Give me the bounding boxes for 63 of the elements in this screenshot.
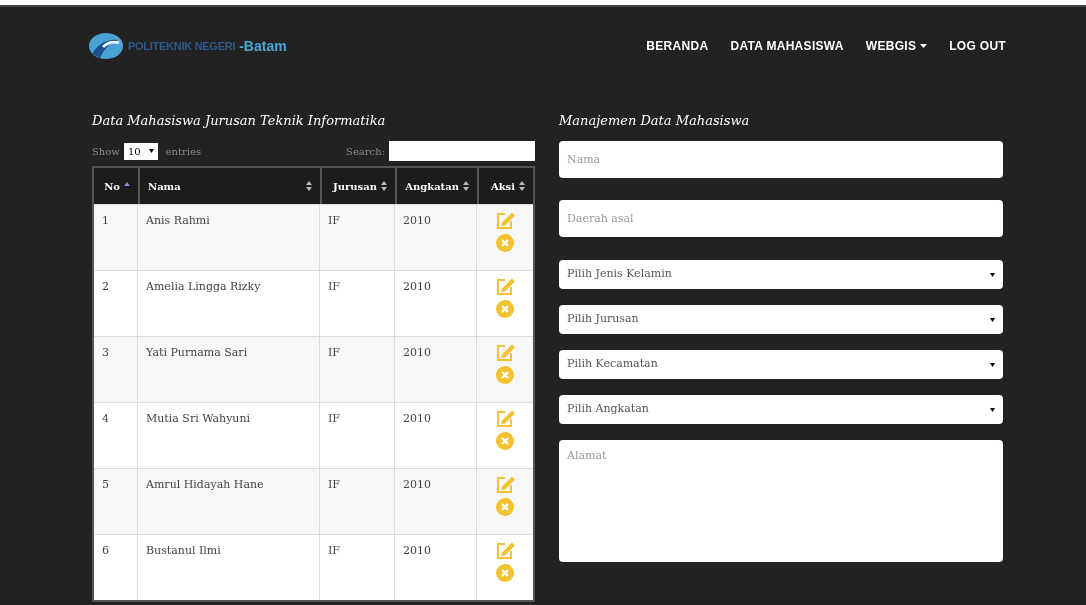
table-cell: 6 xyxy=(102,544,109,557)
nav-link[interactable]: BERANDA xyxy=(646,37,709,55)
delete-icon[interactable] xyxy=(496,234,514,252)
table-cell: 2010 xyxy=(403,544,431,557)
caret-icon xyxy=(990,407,995,412)
delete-icon[interactable] xyxy=(496,366,514,384)
table-cell: Amelia Lingga Rizky xyxy=(146,280,261,293)
column-header[interactable]: No xyxy=(94,168,138,204)
table-cell: 2010 xyxy=(403,214,431,227)
table-cell: 3 xyxy=(102,346,109,359)
table-cell: 2010 xyxy=(403,478,431,491)
table-cell: 5 xyxy=(102,478,109,491)
table-cell: 1 xyxy=(102,214,109,227)
table-cell: Amrul Hidayah Hane xyxy=(146,478,264,491)
table-cell: IF xyxy=(328,346,340,359)
caret-icon xyxy=(148,149,154,153)
entries-label: entries xyxy=(165,144,201,159)
edit-icon[interactable] xyxy=(495,541,515,561)
caret-icon xyxy=(990,272,995,277)
search-field[interactable] xyxy=(389,141,535,161)
table-cell: 2010 xyxy=(403,412,431,425)
edit-icon[interactable] xyxy=(495,211,515,231)
logo-text: POLITEKNIK NEGERI xyxy=(128,38,236,54)
page-size-select[interactable]: 10 xyxy=(123,142,158,160)
table-cell: Bustanul Ilmi xyxy=(146,544,221,557)
nav-link[interactable]: DATA MAHASISWA xyxy=(730,37,844,55)
table-cell: Anis Rahmi xyxy=(146,214,210,227)
table-cell: 4 xyxy=(102,412,109,425)
select-field[interactable]: Pilih Jurusan xyxy=(559,305,1003,334)
text-field[interactable]: Daerah asal xyxy=(559,200,1003,237)
select-field[interactable]: Pilih Angkatan xyxy=(559,395,1003,424)
select-field[interactable]: Pilih Kecamatan xyxy=(559,350,1003,379)
edit-icon[interactable] xyxy=(495,475,515,495)
delete-icon[interactable] xyxy=(496,432,514,450)
table-cell: 2 xyxy=(102,280,109,293)
edit-icon[interactable] xyxy=(495,409,515,429)
show-label: Show xyxy=(92,144,120,159)
table-cell: 2010 xyxy=(403,280,431,293)
select-field[interactable]: Pilih Jenis Kelamin xyxy=(559,260,1003,289)
table-cell: IF xyxy=(328,478,340,491)
logo-icon xyxy=(88,32,124,60)
section-title: Data Mahasiswa Jurusan Teknik Informatika xyxy=(92,112,387,130)
edit-icon[interactable] xyxy=(495,277,515,297)
caret-icon xyxy=(990,362,995,367)
address-field[interactable]: Alamat xyxy=(559,440,1003,562)
table-cell: Yati Purnama Sari xyxy=(146,346,248,359)
table-cell: Mutia Sri Wahyuni xyxy=(146,412,251,425)
delete-icon[interactable] xyxy=(496,300,514,318)
table-cell: IF xyxy=(328,214,340,227)
table-cell: IF xyxy=(328,280,340,293)
table-cell: IF xyxy=(328,412,340,425)
table-cell: IF xyxy=(328,544,340,557)
nav-link[interactable]: LOG OUT xyxy=(949,37,1006,55)
text-field[interactable]: Nama xyxy=(559,141,1003,178)
logo-subtitle: -Batam xyxy=(239,36,287,56)
table-cell: 2010 xyxy=(403,346,431,359)
nav-link[interactable]: WEBGIS xyxy=(865,37,928,55)
caret-icon xyxy=(990,317,995,322)
edit-icon[interactable] xyxy=(495,343,515,363)
delete-icon[interactable] xyxy=(496,564,514,582)
delete-icon[interactable] xyxy=(496,498,514,516)
section-title: Manajemen Data Mahasiswa xyxy=(559,112,751,130)
search-label: Search: xyxy=(346,144,385,159)
